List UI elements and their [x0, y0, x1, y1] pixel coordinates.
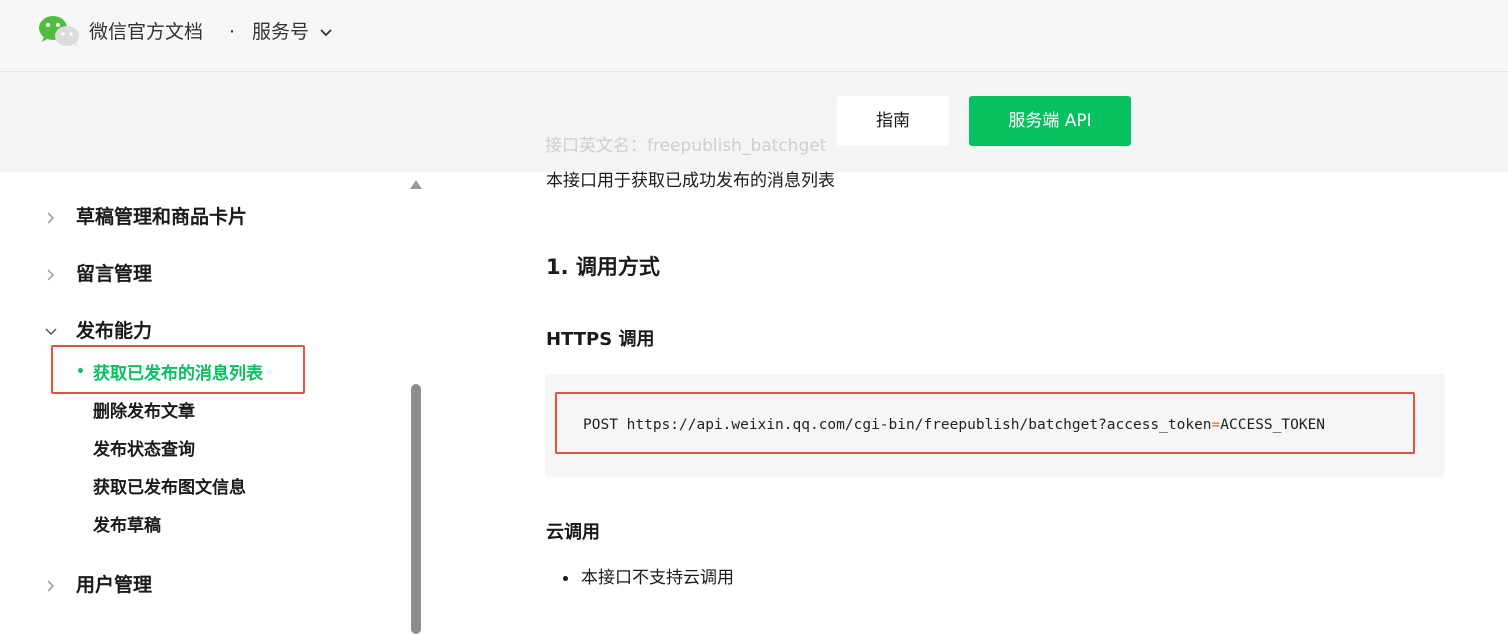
sidebar-group-label: 发布能力 — [76, 320, 153, 342]
brand-separator: · — [229, 21, 236, 43]
https-heading: HTTPS 调用 — [546, 329, 655, 350]
tab-server-api[interactable]: 服务端 API — [969, 96, 1131, 146]
product-label: 服务号 — [252, 21, 310, 43]
sidebar-group-users[interactable]: 用户管理 — [44, 571, 152, 599]
list-bullet-icon — [563, 576, 568, 581]
sidebar-group-label: 用户管理 — [76, 574, 153, 596]
sidebar-group-publish[interactable]: 发布能力 — [44, 317, 152, 345]
sidebar-group-drafts[interactable]: 草稿管理和商品卡片 — [44, 203, 247, 231]
tab-guide[interactable]: 指南 — [837, 96, 949, 146]
top-header: 微信官方文档 · 服务号 — [0, 0, 1508, 72]
section-title: 1. 调用方式 — [546, 255, 660, 279]
chevron-down-icon — [45, 327, 57, 335]
highlight-box-sidebar — [51, 345, 305, 394]
chevron-right-icon — [47, 211, 55, 224]
highlight-box-code — [555, 392, 1415, 454]
sidebar-group-label: 留言管理 — [76, 263, 153, 285]
sidebar-scrollbar-thumb[interactable] — [411, 384, 421, 634]
sidebar-item-publish-status[interactable]: 发布状态查询 — [93, 438, 195, 462]
sidebar-group-label: 草稿管理和商品卡片 — [76, 206, 248, 228]
cloud-heading: 云调用 — [546, 522, 600, 543]
chevron-right-icon — [47, 579, 55, 592]
main-content: 本接口用于获取已成功发布的消息列表 1. 调用方式 HTTPS 调用 POST … — [424, 171, 1508, 629]
sidebar-item-delete-article[interactable]: 删除发布文章 — [93, 400, 195, 424]
doc-tabs-bar: 接口英文名：freepublish_batchget 指南 服务端 API — [0, 72, 1508, 172]
wechat-logo-icon[interactable] — [38, 14, 80, 48]
obscured-interface-name: 接口英文名：freepublish_batchget — [545, 136, 827, 156]
scroll-up-arrow-icon[interactable] — [410, 180, 422, 189]
chevron-down-icon — [320, 28, 332, 36]
list-item: 本接口不支持云调用 — [581, 568, 734, 588]
sidebar-group-comments[interactable]: 留言管理 — [44, 260, 152, 288]
sidebar-nav: 草稿管理和商品卡片 留言管理 发布能力 获取已发布的消息列表 删除发布文章 发布… — [0, 172, 424, 634]
sidebar-item-submit-draft[interactable]: 发布草稿 — [93, 514, 161, 538]
chevron-right-icon — [47, 268, 55, 281]
product-switcher[interactable]: 服务号 — [252, 18, 333, 46]
intro-text: 本接口用于获取已成功发布的消息列表 — [546, 171, 835, 191]
brand-title[interactable]: 微信官方文档 — [89, 18, 203, 46]
sidebar-item-get-article[interactable]: 获取已发布图文信息 — [93, 476, 246, 500]
